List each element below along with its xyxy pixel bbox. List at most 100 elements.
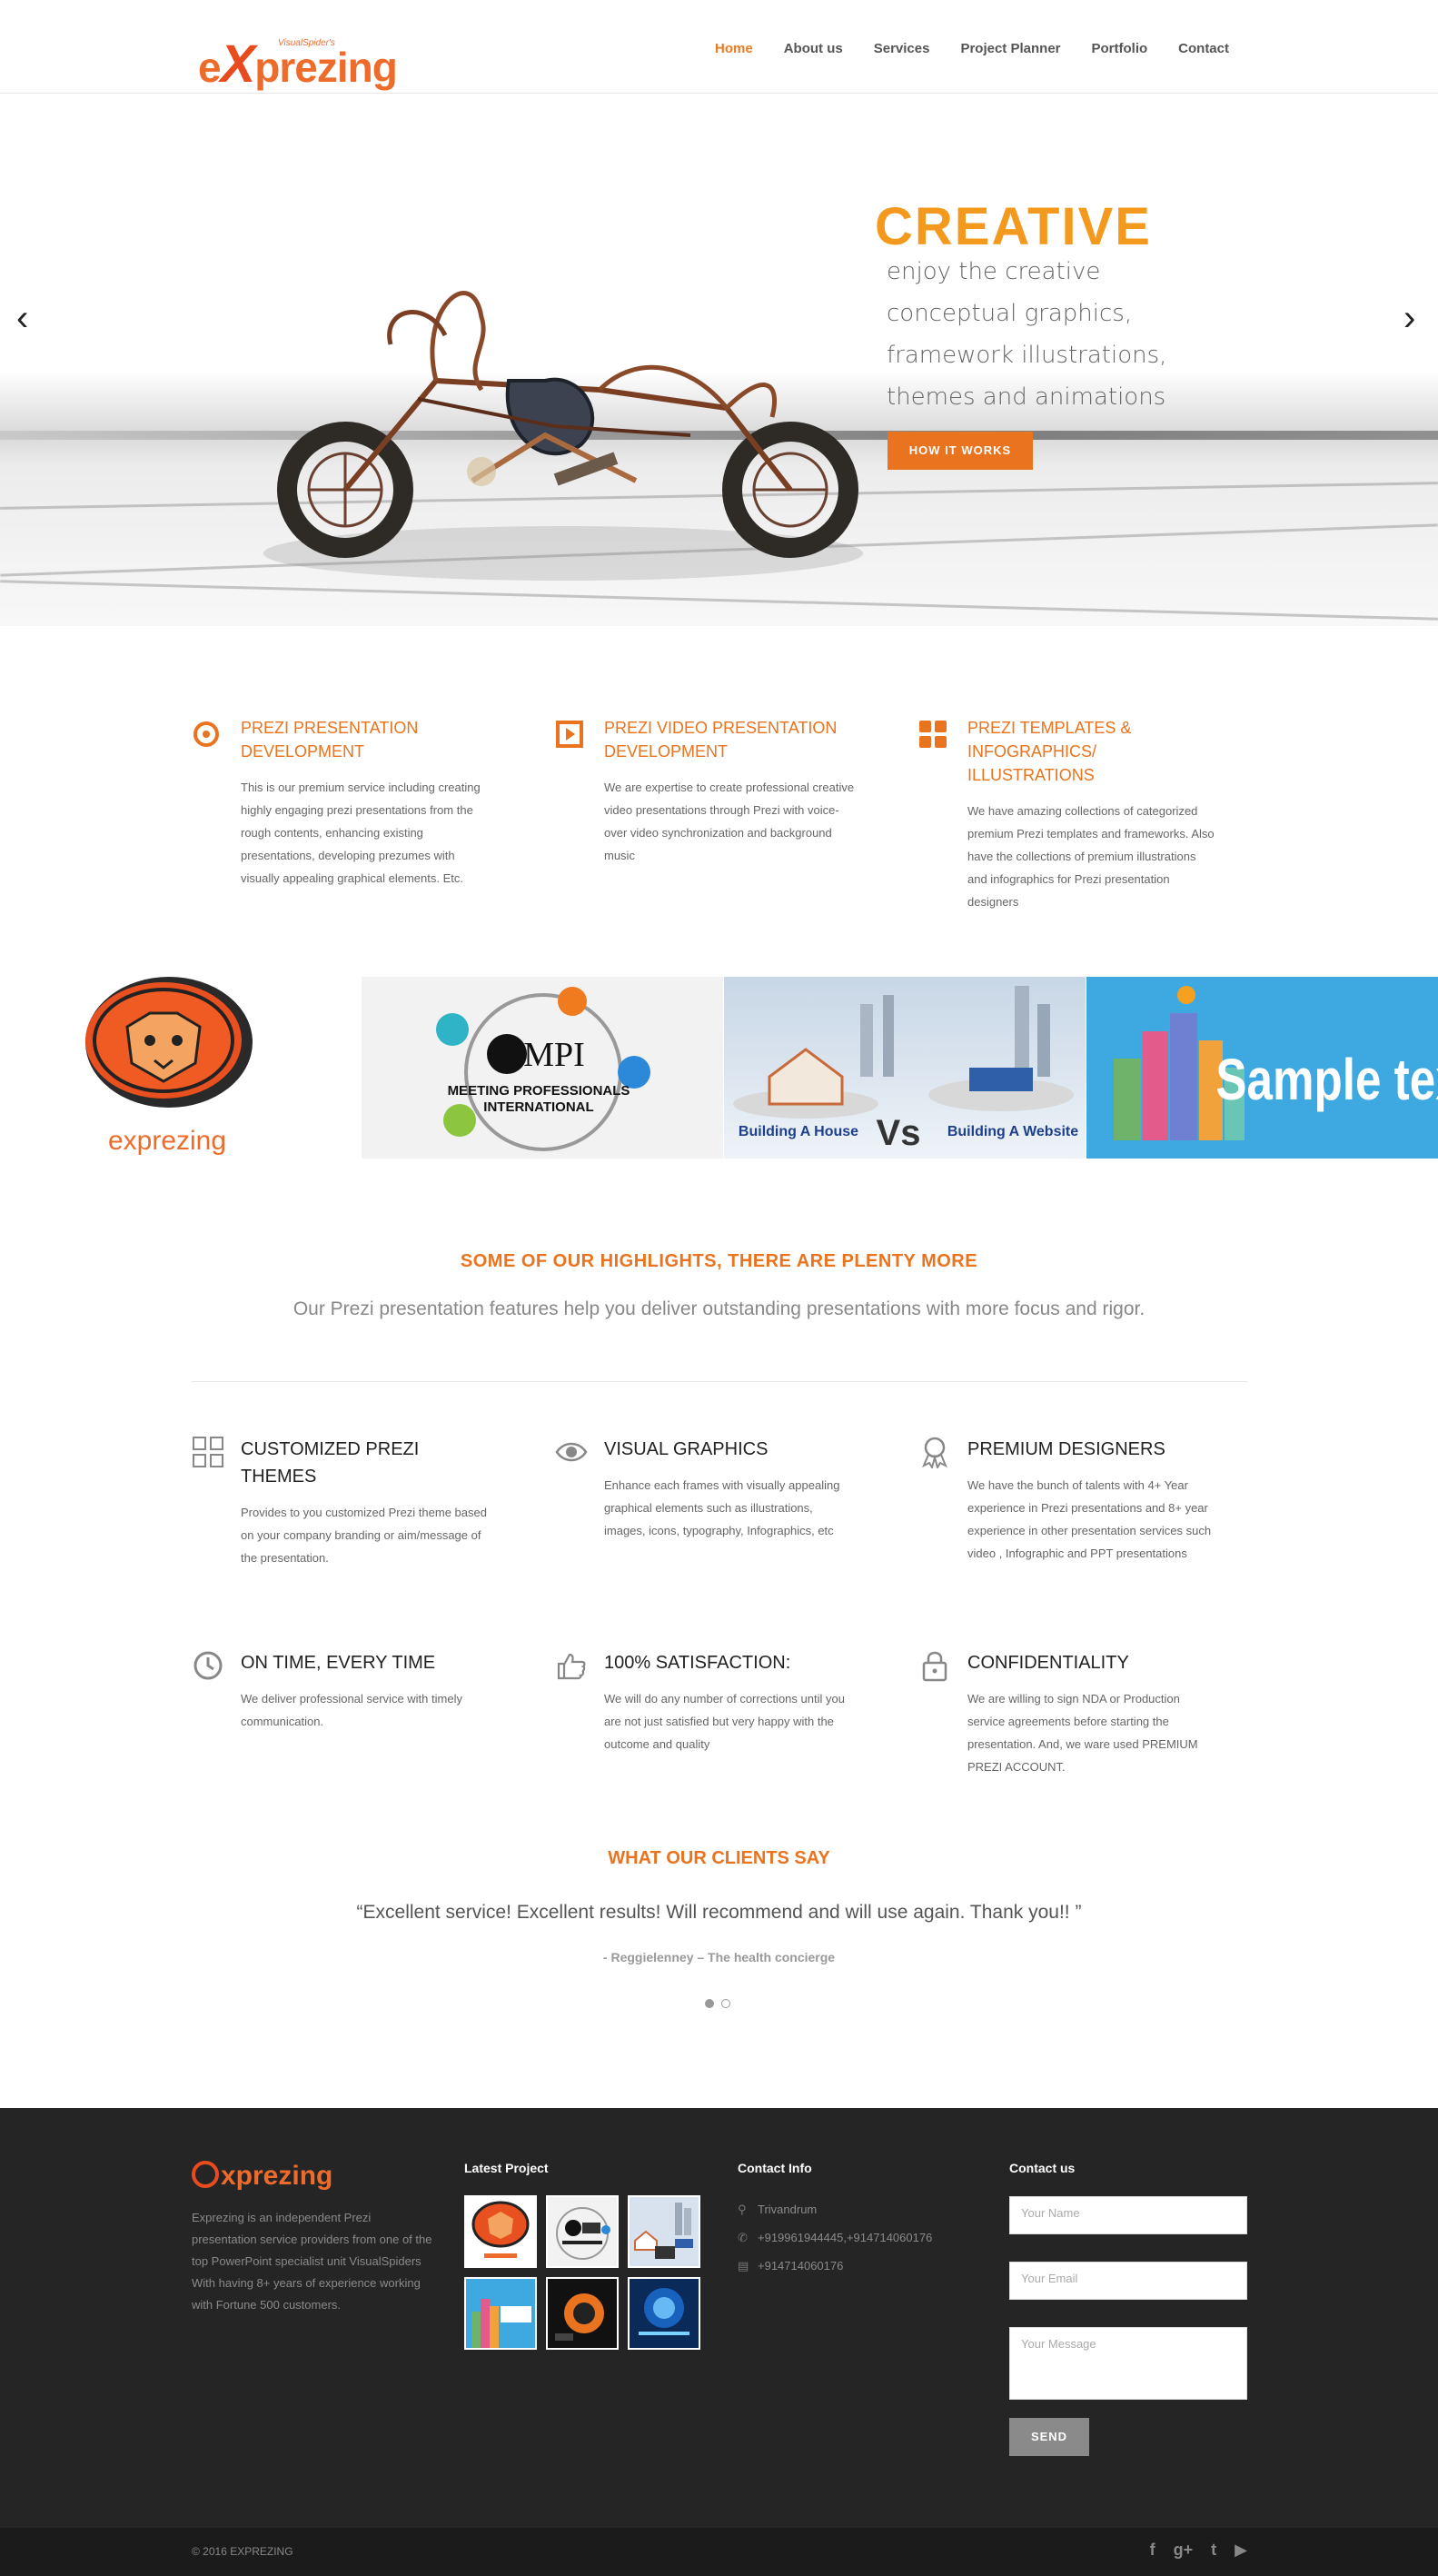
latest-project-thumb[interactable] [628, 2277, 700, 2350]
feature-text: We deliver professional service with tim… [241, 1692, 462, 1728]
pager-dot[interactable] [705, 1999, 714, 2008]
target-icon [193, 721, 219, 747]
feature-customized-themes: CUSTOMIZED PREZI THEMES Provides to you … [192, 1436, 491, 1569]
svg-text:Building A Website: Building A Website [947, 1124, 1078, 1139]
clock-icon [193, 1651, 223, 1680]
service-text: This is our premium service including cr… [241, 781, 481, 885]
send-button[interactable]: SEND [1009, 2418, 1089, 2456]
svg-text:MEETING PROFESSIONALS: MEETING PROFESSIONALS [448, 1083, 630, 1099]
contact-us-heading: Contact us [1009, 2161, 1076, 2175]
mpi-graphic-image: MPI MEETING PROFESSIONALS INTERNATIONAL [362, 977, 723, 1159]
message-textarea[interactable]: Your Message [1009, 2327, 1247, 2400]
contact-info-heading: Contact Info [738, 2161, 812, 2175]
feature-confidentiality: CONFIDENTIALITY We are willing to sign N… [918, 1649, 1218, 1778]
service-text: We are expertise to create professional … [604, 781, 855, 862]
testimonial-quote: “Excellent service! Excellent results! W… [356, 1902, 1082, 1923]
highlights-title: SOME OF OUR HIGHLIGHTS, THERE ARE PLENTY… [460, 1251, 978, 1271]
footer-bottom-bar: © 2016 EXPREZING f g+ t ▶ [0, 2528, 1438, 2576]
divider [192, 1381, 1247, 1382]
feature-title: PREMIUM DESIGNERS [967, 1439, 1165, 1459]
service-text: We have amazing collections of categoriz… [967, 804, 1215, 909]
portfolio-item-tiger[interactable]: exprezing [0, 977, 334, 1159]
feature-text: We have the bunch of talents with 4+ Yea… [967, 1478, 1212, 1560]
svg-text:MPI: MPI [523, 1036, 585, 1074]
service-title: PREZI TEMPLATES & INFOGRAPHICS/ ILLUSTRA… [967, 719, 1132, 784]
name-input[interactable]: Your Name [1009, 2196, 1247, 2234]
service-prezi-presentation: PREZI PRESENTATION DEVELOPMENT This is o… [192, 716, 491, 890]
youtube-icon[interactable]: ▶ [1235, 2541, 1247, 2560]
svg-text:Building A House: Building A House [739, 1124, 858, 1139]
svg-text:Sample tex: Sample tex [1215, 1049, 1438, 1113]
play-icon [556, 721, 583, 748]
blue-tech-thumb-image [639, 2288, 689, 2335]
nav-project-planner[interactable]: Project Planner [960, 41, 1060, 56]
feature-title: ON TIME, EVERY TIME [241, 1653, 436, 1673]
nav-portfolio[interactable]: Portfolio [1092, 41, 1148, 56]
portfolio-item-sample-city[interactable]: Sample tex [1086, 977, 1438, 1159]
latest-project-thumb[interactable] [546, 2195, 619, 2268]
latest-project-thumb[interactable] [546, 2277, 619, 2350]
highlights-subtitle: Our Prezi presentation features help you… [293, 1298, 1145, 1319]
portfolio-item-house-vs-website[interactable]: Building A House Vs Building A Website [724, 977, 1086, 1159]
eye-icon [555, 1442, 588, 1462]
feature-visual-graphics: VISUAL GRAPHICS Enhance each frames with… [555, 1436, 855, 1542]
how-it-works-button[interactable]: HOW IT WORKS [888, 432, 1033, 470]
feature-on-time: ON TIME, EVERY TIME We deliver professio… [192, 1649, 491, 1733]
city-thumb-image [471, 2299, 531, 2348]
facebook-icon[interactable]: f [1150, 2541, 1155, 2560]
feature-text: We will do any number of corrections unt… [604, 1692, 845, 1751]
site-header: VisualSpider's eXprezing Home About us S… [0, 0, 1438, 94]
service-title: PREZI VIDEO PRESENTATION DEVELOPMENT [604, 719, 838, 761]
thumbs-up-icon [557, 1653, 586, 1680]
tiger-logo-image: exprezing [85, 977, 253, 1156]
feature-title: VISUAL GRAPHICS [604, 1439, 769, 1459]
contact-fax: ▤ +914714060176 [738, 2259, 844, 2273]
social-links: f g+ t ▶ [1150, 2541, 1247, 2560]
fax-icon: ▤ [738, 2259, 749, 2273]
logo-wordmark: eXprezing [198, 35, 398, 94]
testimonials-title: WHAT OUR CLIENTS SAY [608, 1848, 830, 1868]
svg-text:INTERNATIONAL: INTERNATIONAL [483, 1099, 593, 1115]
award-icon [922, 1437, 947, 1468]
service-prezi-templates: PREZI TEMPLATES & INFOGRAPHICS/ ILLUSTRA… [918, 716, 1218, 913]
slider-next-arrow-icon[interactable]: › [1403, 300, 1415, 336]
site-logo[interactable]: VisualSpider's eXprezing [198, 31, 416, 94]
footer-logo[interactable]: xprezing [192, 2161, 332, 2192]
latest-project-thumb[interactable] [628, 2195, 700, 2268]
hero-title: CREATIVE [875, 197, 1152, 256]
google-plus-icon[interactable]: g+ [1174, 2541, 1194, 2560]
mpi-thumb-image [556, 2207, 610, 2260]
footer-about: Exprezing is an independent Prezi presen… [192, 2211, 432, 2312]
testimonial-author: - Reggielenney – The health concierge [602, 1950, 836, 1964]
house-vs-website-image: Building A House Vs Building A Website [724, 977, 1086, 1159]
nav-contact[interactable]: Contact [1178, 41, 1229, 56]
latest-project-thumb[interactable] [464, 2195, 537, 2268]
twitter-icon[interactable]: t [1211, 2541, 1216, 2560]
nav-about-us[interactable]: About us [784, 41, 843, 56]
nav-services[interactable]: Services [874, 41, 930, 56]
tiger-thumb-image [471, 2201, 530, 2258]
svg-text:exprezing: exprezing [108, 1126, 226, 1156]
main-nav: Home About us Services Project Planner P… [684, 41, 1229, 56]
dark-orange-thumb-image [555, 2293, 604, 2341]
feature-title: CUSTOMIZED PREZI THEMES [241, 1439, 420, 1487]
squares-icon [193, 1437, 223, 1467]
wire-motorcycle-image [263, 291, 863, 581]
copyright: © 2016 EXPREZING [192, 2545, 293, 2558]
latest-project-thumb[interactable] [464, 2277, 537, 2350]
portfolio-item-mpi[interactable]: MPI MEETING PROFESSIONALS INTERNATIONAL [362, 977, 723, 1159]
contact-phone: ✆ +919961944445,+914714060176 [738, 2231, 933, 2244]
contact-address: ⚲ Trivandrum [738, 2203, 818, 2216]
isometric-city-image: Sample tex [1086, 977, 1438, 1159]
map-marker-icon: ⚲ [738, 2203, 747, 2216]
latest-project-heading: Latest Project [464, 2161, 549, 2175]
feature-text: We are willing to sign NDA or Production… [967, 1692, 1198, 1774]
email-input[interactable]: Your Email [1009, 2262, 1247, 2300]
hero-description: enjoy the creative conceptual graphics, … [887, 258, 1167, 411]
feature-title: CONFIDENTIALITY [967, 1653, 1129, 1673]
slider-prev-arrow-icon[interactable]: ‹ [16, 300, 28, 336]
testimonial-pager [705, 1999, 730, 2008]
feature-satisfaction: 100% SATISFACTION: We will do any number… [555, 1649, 855, 1755]
nav-home[interactable]: Home [715, 41, 753, 56]
pager-dot[interactable] [721, 1999, 730, 2008]
